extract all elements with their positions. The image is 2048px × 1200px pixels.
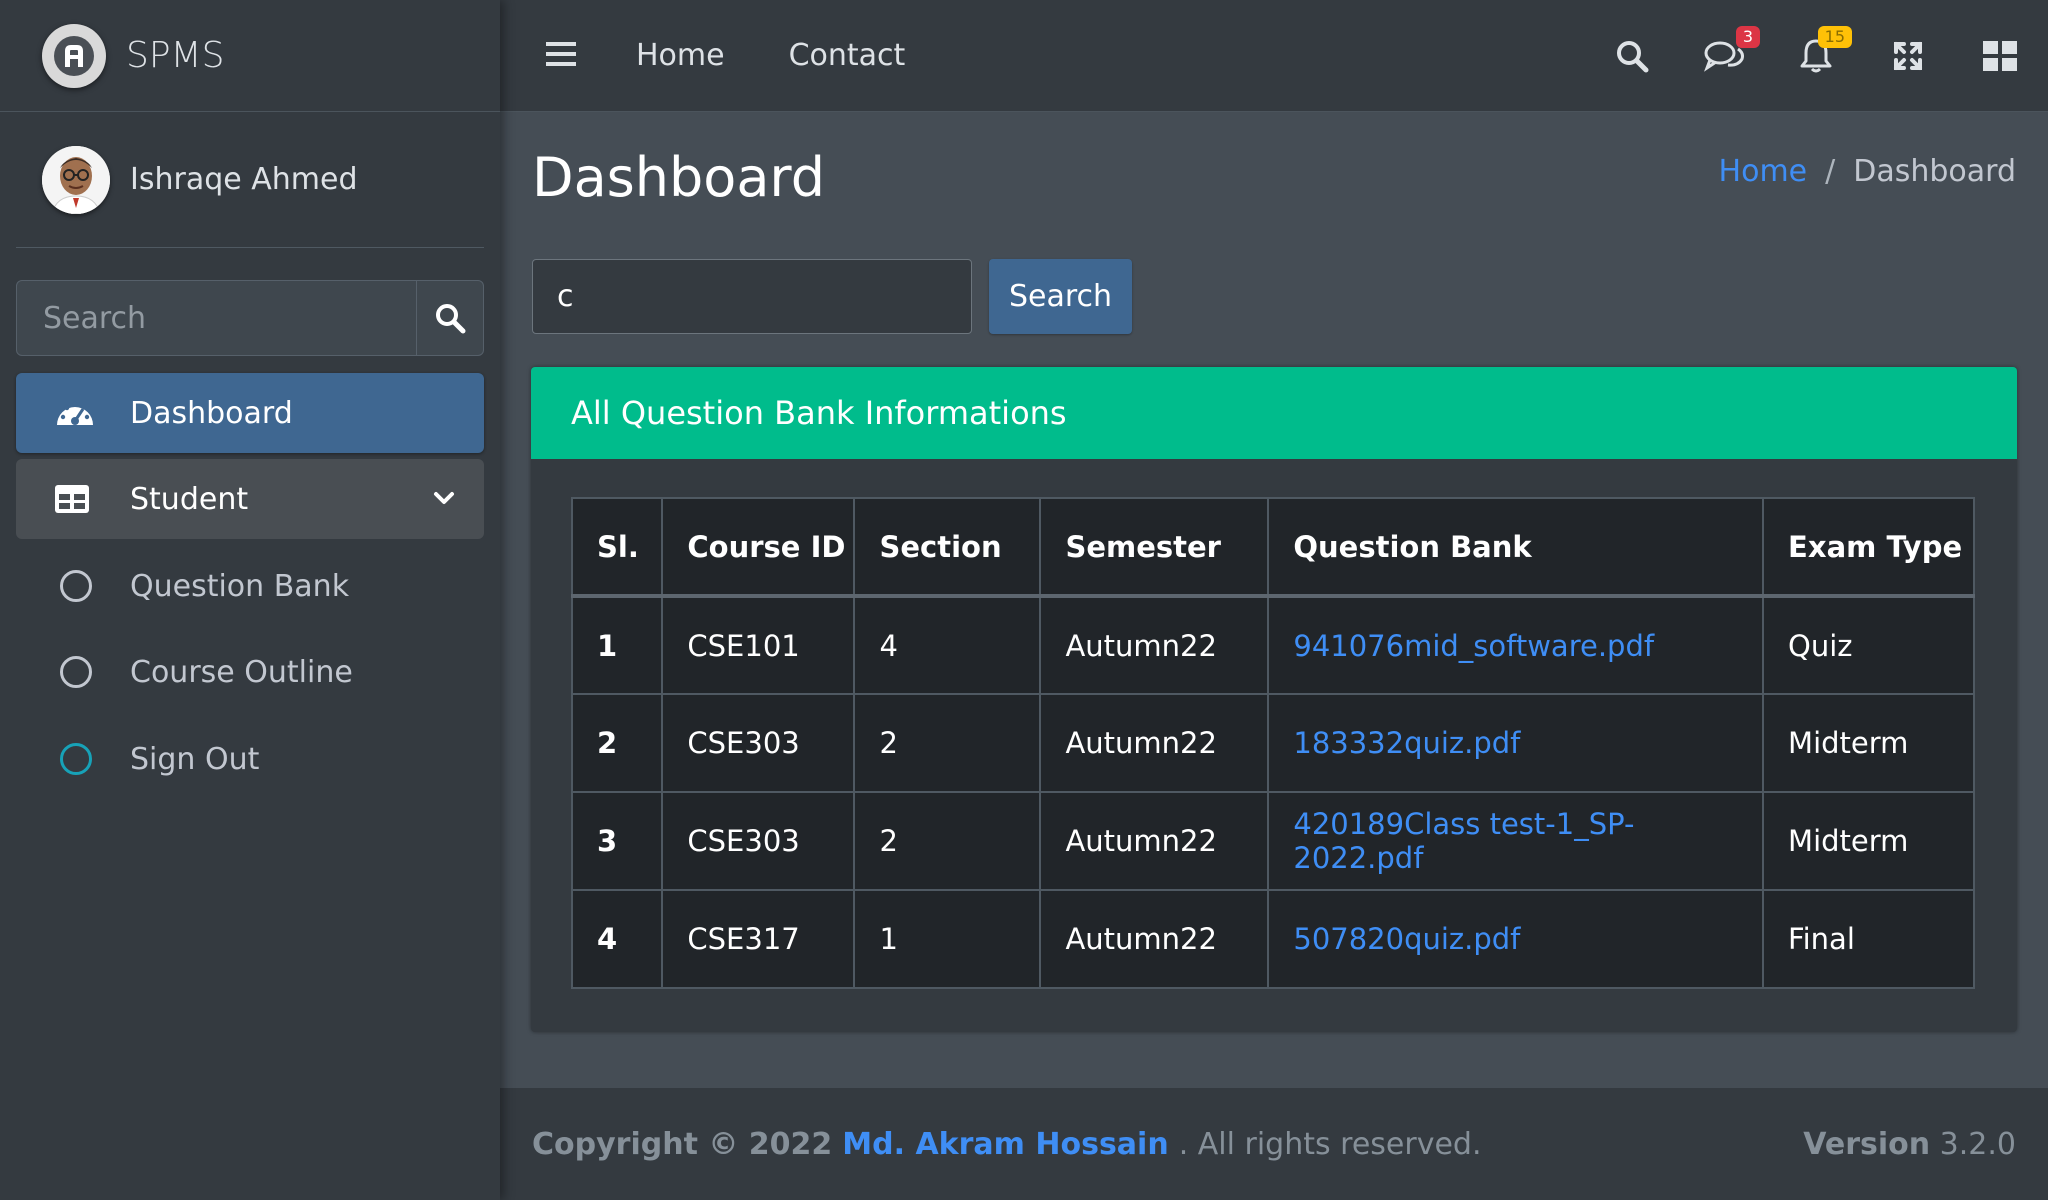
footer-rights: . All rights reserved. bbox=[1178, 1126, 1482, 1162]
sidebar-item-sign-out[interactable]: Sign Out bbox=[16, 719, 484, 799]
cell-semester: Autumn22 bbox=[1039, 595, 1270, 695]
comments-icon[interactable]: 3 bbox=[1704, 26, 1760, 76]
chevron-down-icon bbox=[432, 483, 456, 518]
cell-course-id: CSE101 bbox=[661, 595, 856, 695]
question-bank-file-link[interactable]: 183332quiz.pdf bbox=[1293, 726, 1520, 760]
bell-icon[interactable]: 15 bbox=[1796, 26, 1852, 76]
footer-version: Version 3.2.0 bbox=[1803, 1127, 2016, 1162]
column-header: Sl. bbox=[570, 497, 664, 598]
sidebar-search bbox=[16, 280, 484, 356]
brand-link[interactable]: SPMS bbox=[0, 0, 500, 112]
messages-badge: 3 bbox=[1735, 26, 1760, 48]
footer-author-link[interactable]: Md. Akram Hossain bbox=[842, 1127, 1168, 1162]
footer-copyright: Copyright © 2022 bbox=[532, 1126, 833, 1162]
cell-section: 1 bbox=[853, 889, 1042, 989]
brand-logo-icon bbox=[42, 23, 106, 88]
navbar-right-icons: 3 15 bbox=[1612, 0, 2048, 112]
breadcrumb-home-link[interactable]: Home bbox=[1719, 154, 1808, 189]
question-bank-file-link[interactable]: 507820quiz.pdf bbox=[1293, 922, 1520, 956]
card-title: All Question Bank Informations bbox=[531, 367, 2017, 459]
user-avatar bbox=[42, 145, 110, 214]
search-icon[interactable] bbox=[1612, 36, 1652, 76]
cell-question-bank: 507820quiz.pdf bbox=[1267, 889, 1765, 989]
question-bank-file-link[interactable]: 420189Class test-1_SP-2022.pdf bbox=[1293, 807, 1634, 875]
sidebar-item-course-outline[interactable]: Course Outline bbox=[16, 632, 484, 712]
search-button[interactable]: Search bbox=[989, 259, 1132, 334]
sidebar-item-label: Question Bank bbox=[130, 568, 350, 604]
footer-version-label: Version bbox=[1803, 1126, 1931, 1162]
fullscreen-icon[interactable] bbox=[1888, 36, 1928, 76]
table-row: 4 CSE317 1 Autumn22 507820quiz.pdf Final bbox=[570, 889, 1975, 989]
breadcrumb: Home / Dashboard bbox=[1719, 154, 2016, 189]
cell-section: 2 bbox=[853, 791, 1042, 891]
sidebar-item-dashboard[interactable]: Dashboard bbox=[16, 373, 484, 453]
cell-sl: 3 bbox=[570, 791, 664, 891]
control-sidebar-grid-icon[interactable] bbox=[1980, 36, 2020, 76]
footer: Copyright © 2022 Md. Akram Hossain . All… bbox=[500, 1088, 2048, 1200]
cell-question-bank: 183332quiz.pdf bbox=[1267, 693, 1765, 793]
circle-icon bbox=[60, 743, 92, 775]
brand-name: SPMS bbox=[126, 35, 225, 76]
cell-course-id: CSE317 bbox=[661, 889, 856, 989]
notifications-badge: 15 bbox=[1817, 26, 1852, 48]
table-icon bbox=[54, 479, 104, 519]
column-header: Question Bank bbox=[1267, 497, 1765, 598]
column-header: Section bbox=[853, 497, 1042, 598]
tachometer-icon bbox=[54, 393, 104, 433]
sidebar-item-label: Dashboard bbox=[130, 395, 293, 431]
sidebar-item-label: Sign Out bbox=[130, 741, 260, 777]
footer-version-number: 3.2.0 bbox=[1939, 1126, 2016, 1162]
breadcrumb-current: Dashboard bbox=[1853, 154, 2016, 189]
cell-exam-type: Midterm bbox=[1762, 693, 1975, 793]
cell-course-id: CSE303 bbox=[661, 791, 856, 891]
column-header: Course ID bbox=[661, 497, 856, 598]
table-row: 1 CSE101 4 Autumn22 941076mid_software.p… bbox=[570, 595, 1975, 695]
search-icon bbox=[436, 304, 466, 334]
cell-sl: 4 bbox=[570, 889, 664, 989]
cell-sl: 2 bbox=[570, 693, 664, 793]
cell-section: 2 bbox=[853, 693, 1042, 793]
sidebar-search-button[interactable] bbox=[416, 281, 483, 355]
user-panel[interactable]: Ishraqe Ahmed bbox=[16, 112, 484, 248]
sidebar-search-input[interactable] bbox=[17, 281, 416, 355]
sidebar-item-label: Course Outline bbox=[130, 654, 353, 690]
cell-section: 4 bbox=[853, 595, 1042, 695]
nav-link-home[interactable]: Home bbox=[636, 38, 725, 73]
question-bank-table: Sl. Course ID Section Semester Question … bbox=[570, 497, 1975, 989]
cell-exam-type: Quiz bbox=[1762, 595, 1975, 695]
cell-question-bank: 420189Class test-1_SP-2022.pdf bbox=[1267, 791, 1765, 891]
circle-icon bbox=[60, 656, 92, 688]
question-bank-card: All Question Bank Informations Sl. Cours… bbox=[531, 367, 2017, 1032]
cell-semester: Autumn22 bbox=[1039, 791, 1270, 891]
sidebar-item-question-bank[interactable]: Question Bank bbox=[16, 546, 484, 626]
circle-icon bbox=[60, 570, 92, 602]
cell-semester: Autumn22 bbox=[1039, 889, 1270, 989]
cell-exam-type: Final bbox=[1762, 889, 1975, 989]
nav-link-contact[interactable]: Contact bbox=[789, 38, 906, 73]
cell-sl: 1 bbox=[570, 595, 664, 695]
cell-exam-type: Midterm bbox=[1762, 791, 1975, 891]
table-row: 2 CSE303 2 Autumn22 183332quiz.pdf Midte… bbox=[570, 693, 1975, 793]
table-row: 3 CSE303 2 Autumn22 420189Class test-1_S… bbox=[570, 791, 1975, 891]
cell-semester: Autumn22 bbox=[1039, 693, 1270, 793]
sidebar-item-label: Student bbox=[130, 481, 249, 517]
column-header: Exam Type bbox=[1762, 497, 1975, 598]
sidebar: SPMS Ishraqe Ahmed Search Dashboard Stud… bbox=[0, 0, 500, 1200]
cell-question-bank: 941076mid_software.pdf bbox=[1267, 595, 1765, 695]
cell-course-id: CSE303 bbox=[661, 693, 856, 793]
page-title: Dashboard bbox=[532, 146, 825, 209]
sidebar-item-student[interactable]: Student bbox=[16, 459, 484, 539]
menu-toggle-icon[interactable] bbox=[546, 41, 576, 71]
question-bank-file-link[interactable]: 941076mid_software.pdf bbox=[1293, 629, 1654, 663]
table-header-row: Sl. Course ID Section Semester Question … bbox=[570, 497, 1975, 598]
top-navbar: Home Contact 3 15 bbox=[500, 0, 2048, 112]
user-name: Ishraqe Ahmed bbox=[130, 162, 358, 197]
search-input[interactable] bbox=[532, 259, 972, 334]
column-header: Semester bbox=[1039, 497, 1270, 598]
breadcrumb-separator: / bbox=[1825, 154, 1836, 189]
